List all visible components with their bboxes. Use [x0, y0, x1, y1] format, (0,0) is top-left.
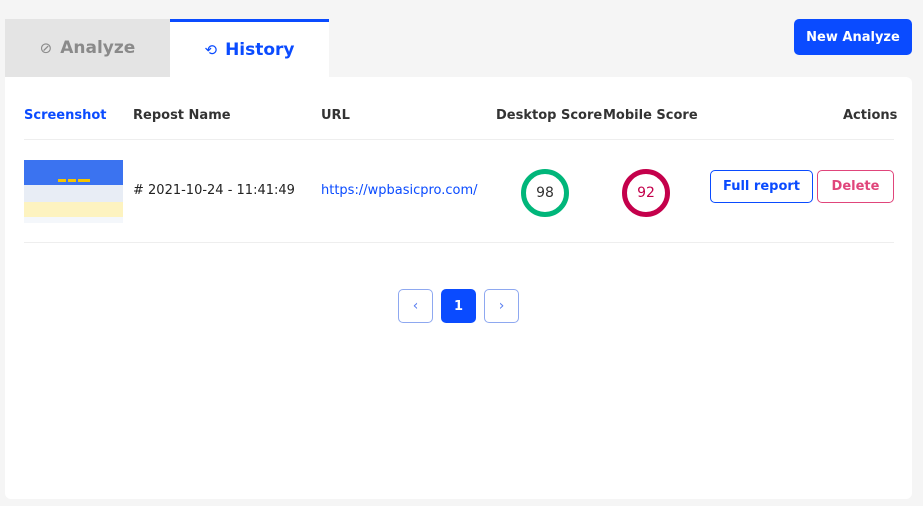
compass-icon: ⊘	[39, 39, 53, 57]
divider	[24, 139, 894, 140]
report-url-link[interactable]: https://wpbasicpro.com/	[321, 183, 478, 198]
header-actions: Actions	[843, 108, 898, 123]
prev-page-button[interactable]: ‹	[398, 289, 433, 323]
page-1-button[interactable]: 1	[441, 289, 476, 323]
delete-button[interactable]: Delete	[817, 170, 894, 203]
header-report-name: Repost Name	[133, 108, 231, 123]
divider	[24, 242, 894, 243]
header-screenshot[interactable]: Screenshot	[24, 108, 107, 123]
screenshot-thumbnail	[24, 154, 123, 223]
new-analyze-button[interactable]: New Analyze	[794, 19, 912, 55]
tab-history[interactable]: ⟲ History	[170, 19, 329, 77]
header-mobile-score: Mobile Score	[603, 108, 698, 123]
history-card	[5, 77, 912, 499]
header-desktop-score: Desktop Score	[496, 108, 603, 123]
next-page-button[interactable]: ›	[484, 289, 519, 323]
history-icon: ⟲	[204, 40, 218, 59]
desktop-score-ring: 98	[521, 169, 569, 217]
tab-analyze-label: Analyze	[60, 38, 136, 58]
report-name: # 2021-10-24 - 11:41:49	[133, 183, 295, 198]
tab-analyze[interactable]: ⊘ Analyze	[5, 19, 170, 77]
mobile-score-ring: 92	[622, 169, 670, 217]
tab-history-label: History	[225, 39, 295, 60]
header-url: URL	[321, 108, 350, 123]
full-report-button[interactable]: Full report	[710, 170, 813, 203]
